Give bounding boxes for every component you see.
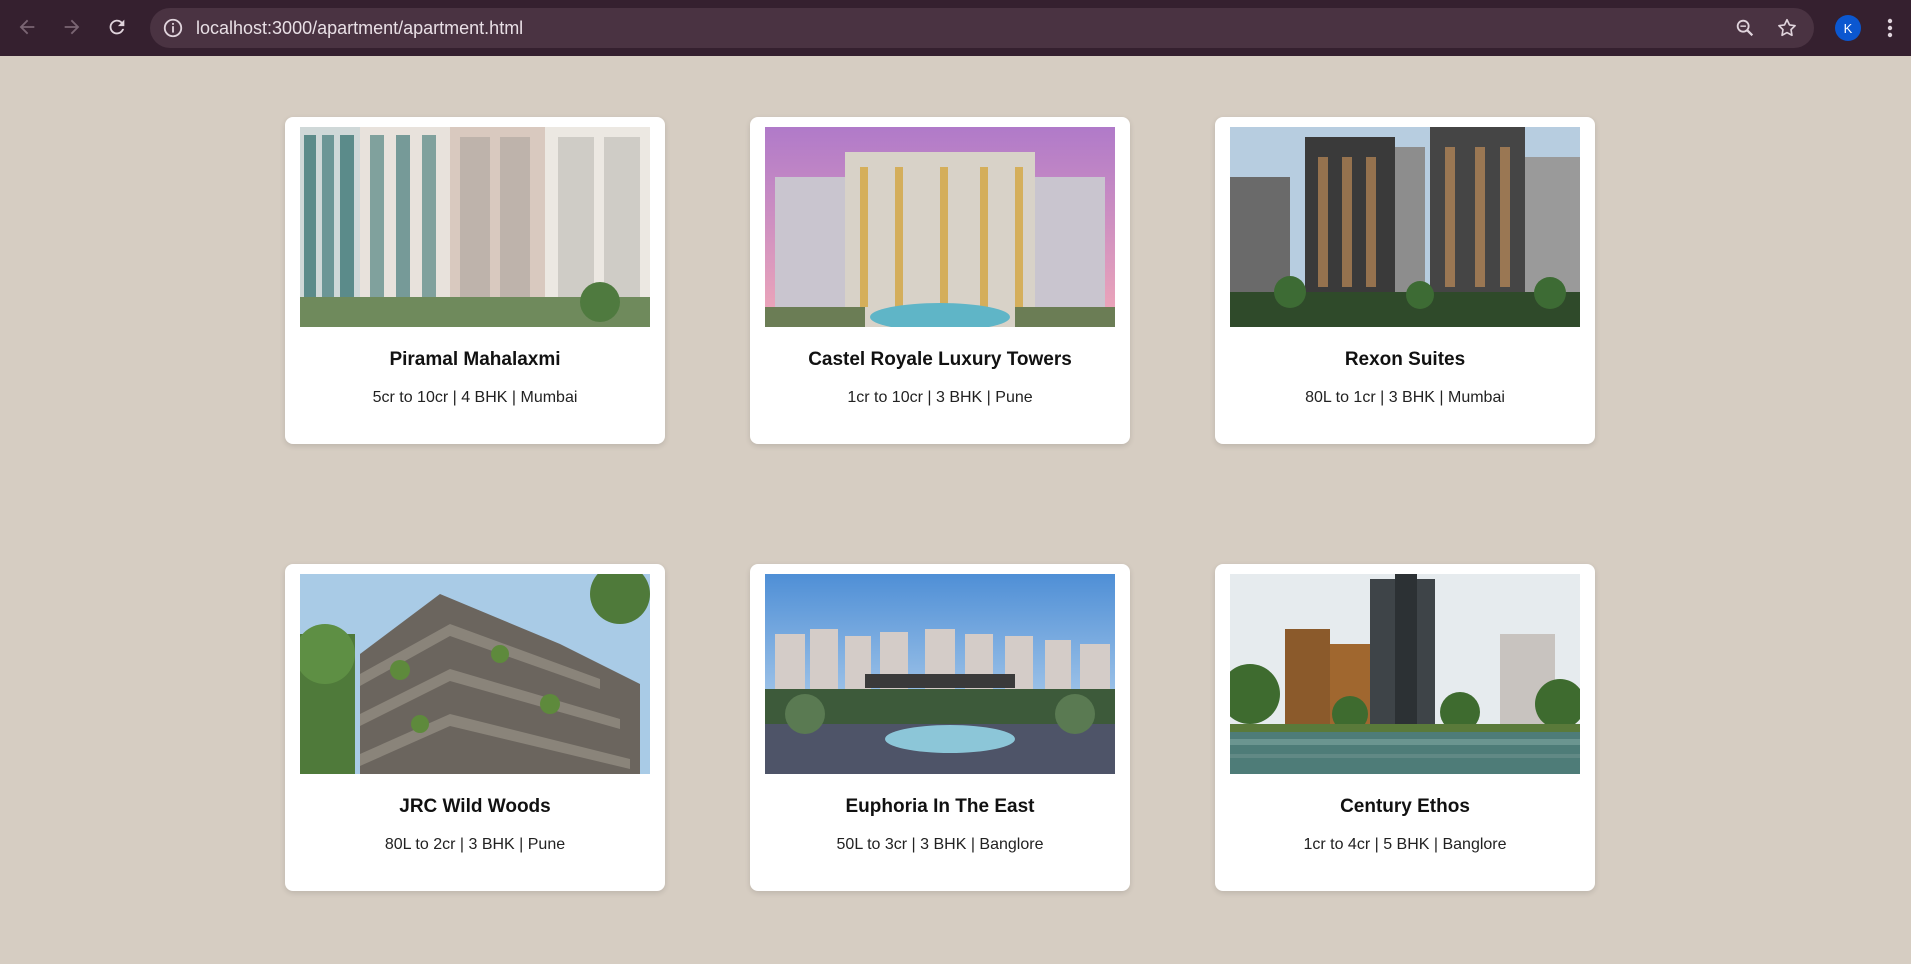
apartment-details: 1cr to 10cr | 3 BHK | Pune — [847, 389, 1033, 406]
apartment-name: Piramal Mahalaxmi — [389, 349, 561, 370]
apartment-name: Rexon Suites — [1344, 349, 1466, 370]
apartment-photo — [1230, 574, 1580, 774]
apartment-photo — [300, 574, 650, 774]
apartment-details: 5cr to 10cr | 4 BHK | Mumbai — [372, 389, 578, 406]
back-button[interactable] — [12, 12, 42, 42]
apartment-details: 50L to 3cr | 3 BHK | Banglore — [836, 836, 1044, 853]
apartment-name: Euphoria In The East — [845, 796, 1035, 817]
apartment-photo — [765, 127, 1115, 327]
apartment-name: JRC Wild Woods — [399, 796, 551, 817]
reload-icon — [109, 19, 125, 35]
apartment-photo — [300, 127, 650, 327]
address-bar[interactable]: localhost:3000/apartment/apartment.html — [150, 8, 1814, 48]
browser-toolbar: localhost:3000/apartment/apartment.html … — [0, 0, 1911, 56]
apartment-card[interactable]: Euphoria In The East 50L to 3cr | 3 BHK … — [750, 564, 1130, 891]
arrow-left-icon — [19, 19, 35, 35]
apartment-card[interactable]: Century Ethos 1cr to 4cr | 5 BHK | Bangl… — [1215, 564, 1595, 891]
apartment-details: 80L to 2cr | 3 BHK | Pune — [384, 836, 566, 853]
forward-button[interactable] — [57, 12, 87, 42]
apartment-name: Castel Royale Luxury Towers — [808, 349, 1072, 370]
apartment-photo — [765, 574, 1115, 774]
apartment-card[interactable]: JRC Wild Woods 80L to 2cr | 3 BHK | Pune — [285, 564, 665, 891]
zoom-icon[interactable] — [1734, 17, 1756, 39]
reload-button[interactable] — [102, 12, 132, 42]
url-text[interactable]: localhost:3000/apartment/apartment.html — [196, 8, 523, 48]
profile-avatar[interactable]: K — [1835, 15, 1861, 41]
apartment-details: 1cr to 4cr | 5 BHK | Banglore — [1303, 836, 1507, 853]
info-icon[interactable] — [162, 17, 184, 39]
apartment-name: Century Ethos — [1340, 796, 1470, 817]
star-icon[interactable] — [1776, 17, 1798, 39]
apartment-photo — [1230, 127, 1580, 327]
apartment-card[interactable]: Rexon Suites 80L to 1cr | 3 BHK | Mumbai — [1215, 117, 1595, 444]
apartment-card[interactable]: Piramal Mahalaxmi 5cr to 10cr | 4 BHK | … — [285, 117, 665, 444]
apartment-details: 80L to 1cr | 3 BHK | Mumbai — [1305, 389, 1505, 406]
kebab-menu-icon[interactable] — [1880, 15, 1900, 41]
apartment-card[interactable]: Castel Royale Luxury Towers 1cr to 10cr … — [750, 117, 1130, 444]
arrow-right-icon — [64, 19, 80, 35]
